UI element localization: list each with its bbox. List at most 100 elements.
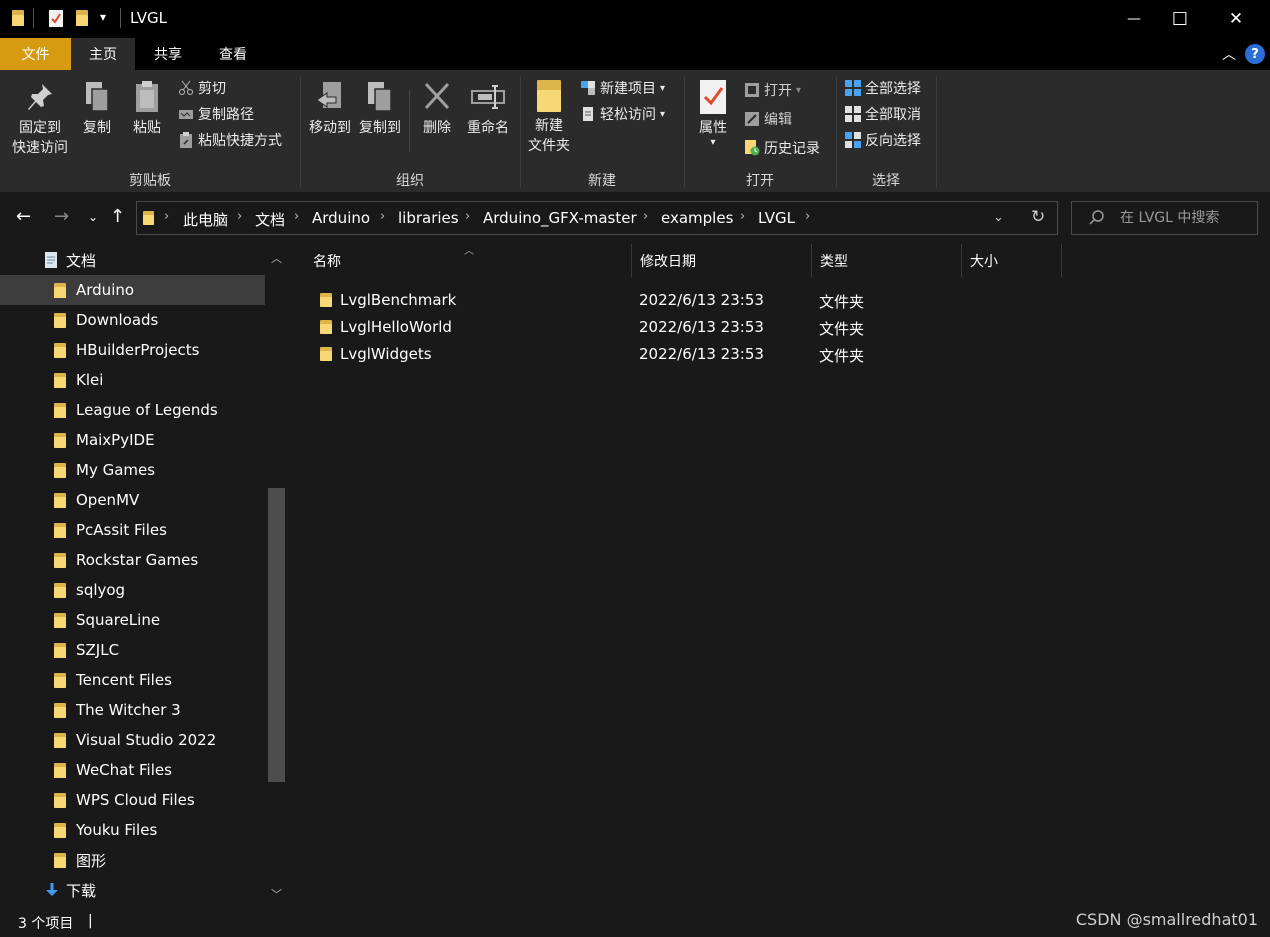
address-bar[interactable]: › 此电脑 › 文档 › Arduino › libraries › Ardui…	[136, 201, 1058, 235]
nav-item-squareline[interactable]: SquareLine	[0, 605, 265, 635]
breadcrumb-lvgl[interactable]: LVGL	[758, 209, 795, 227]
copy-path-label: 复制路径	[198, 107, 254, 123]
nav-item-sqlyog[interactable]: sqlyog	[0, 575, 265, 605]
edit-button[interactable]: 编辑	[744, 108, 792, 130]
search-input[interactable]	[1120, 208, 1250, 228]
breadcrumb-arduino[interactable]: Arduino	[312, 209, 370, 227]
move-to-button[interactable]: 移动到	[305, 80, 355, 138]
nav-item-szjlc[interactable]: SZJLC	[0, 635, 265, 665]
folder-icon	[54, 672, 66, 688]
copy-icon	[81, 80, 113, 114]
nav-item-youku-files[interactable]: Youku Files	[0, 815, 265, 845]
pin-quick-access-button[interactable]: 固定到 快速访问	[6, 80, 74, 158]
new-folder-icon[interactable]	[76, 10, 88, 26]
properties-button[interactable]: 属性 ▾	[690, 80, 736, 148]
nav-item-klei[interactable]: Klei	[0, 365, 265, 395]
nav-item-openmv[interactable]: OpenMV	[0, 485, 265, 515]
nav-item-wps-cloud-files[interactable]: WPS Cloud Files	[0, 785, 265, 815]
qa-dropdown-icon[interactable]: ▾	[100, 10, 106, 24]
pin-icon	[24, 80, 56, 114]
search-box[interactable]	[1071, 201, 1258, 235]
recent-locations-chevron-icon[interactable]: ⌄	[88, 210, 98, 224]
forward-arrow-icon[interactable]: →	[54, 206, 69, 227]
refresh-icon[interactable]: ↻	[1031, 207, 1045, 227]
nav-item-tencent-files[interactable]: Tencent Files	[0, 665, 265, 695]
nav-item-label: HBuilderProjects	[76, 341, 200, 359]
new-item-button[interactable]: 新建项目 ▾	[580, 77, 665, 99]
delete-button[interactable]: 删除	[416, 80, 458, 138]
minimize-button[interactable]: —	[1111, 0, 1157, 38]
scroll-up-icon[interactable]: ︿	[271, 250, 282, 266]
select-all-icon	[845, 80, 861, 96]
select-none-button[interactable]: 全部取消	[845, 103, 921, 125]
nav-item-label: SZJLC	[76, 641, 120, 659]
select-all-button[interactable]: 全部选择	[845, 77, 921, 99]
breadcrumb-this-pc[interactable]: 此电脑	[183, 209, 228, 230]
nav-item-rockstar-games[interactable]: Rockstar Games	[0, 545, 265, 575]
breadcrumb-arduino-gfx-master[interactable]: Arduino_GFX-master	[483, 209, 637, 227]
folder-icon	[12, 10, 24, 26]
breadcrumb-libraries[interactable]: libraries	[398, 209, 459, 227]
back-arrow-icon[interactable]: ←	[16, 206, 31, 227]
nav-item-the-witcher-3[interactable]: The Witcher 3	[0, 695, 265, 725]
nav-item-graphics[interactable]: 图形	[0, 845, 265, 875]
folder-icon	[54, 612, 66, 628]
properties-check-icon[interactable]	[48, 10, 64, 27]
nav-scrollbar-thumb[interactable]	[268, 488, 285, 782]
collapse-ribbon-icon[interactable]: ︿	[1222, 44, 1236, 64]
properties-label: 属性	[699, 120, 727, 136]
nav-item-league-of-legends[interactable]: League of Legends	[0, 395, 265, 425]
tab-share[interactable]: 共享	[137, 38, 199, 70]
copy-path-button[interactable]: 复制路径	[178, 103, 254, 125]
column-header-size[interactable]: 大小	[962, 244, 1062, 277]
tab-view[interactable]: 查看	[202, 38, 264, 70]
nav-item-my-games[interactable]: My Games	[0, 455, 265, 485]
address-history-chevron-icon[interactable]: ⌄	[993, 210, 1004, 225]
column-header-name[interactable]: 名称	[305, 244, 632, 277]
nav-item-label: 图形	[76, 851, 107, 870]
nav-item-downloads-folder[interactable]: Downloads	[0, 305, 265, 335]
download-arrow-icon	[44, 882, 60, 898]
history-button[interactable]: 历史记录	[744, 137, 820, 159]
nav-item-label: Visual Studio 2022	[76, 731, 217, 749]
paste-button[interactable]: 粘贴	[126, 80, 168, 138]
breadcrumb-examples[interactable]: examples	[661, 209, 733, 227]
tab-file[interactable]: 文件	[0, 38, 71, 70]
nav-item-hbuilderprojects[interactable]: HBuilderProjects	[0, 335, 265, 365]
close-button[interactable]: ✕	[1213, 0, 1259, 38]
copy-to-button[interactable]: 复制到	[355, 80, 405, 138]
new-folder-button[interactable]: 新建 文件夹	[524, 80, 574, 156]
nav-item-maixpyide[interactable]: MaixPyIDE	[0, 425, 265, 455]
breadcrumb-documents[interactable]: 文档	[255, 209, 285, 230]
breadcrumb-separator: ›	[237, 209, 243, 224]
column-header-type[interactable]: 类型	[812, 244, 962, 277]
nav-item-documents[interactable]: 文档	[0, 245, 265, 275]
folder-icon	[54, 792, 66, 808]
nav-item-pcassit-files[interactable]: PcAssit Files	[0, 515, 265, 545]
edit-label: 编辑	[764, 112, 792, 128]
easy-access-button[interactable]: 轻松访问 ▾	[580, 103, 665, 125]
file-date: 2022/6/13 23:53	[639, 291, 764, 309]
file-row[interactable]: LvglBenchmark 2022/6/13 23:53 文件夹	[308, 286, 868, 313]
copy-button[interactable]: 复制	[76, 80, 118, 138]
nav-item-arduino[interactable]: Arduino	[0, 275, 265, 305]
nav-item-downloads[interactable]: 下载	[0, 875, 265, 905]
cut-button[interactable]: 剪切	[178, 77, 226, 99]
up-arrow-icon[interactable]: ↑	[110, 206, 125, 227]
file-row[interactable]: LvglWidgets 2022/6/13 23:53 文件夹	[308, 340, 868, 367]
file-row[interactable]: LvglHelloWorld 2022/6/13 23:53 文件夹	[308, 313, 868, 340]
clipboard-group-label: 剪贴板	[129, 173, 171, 189]
easy-access-icon	[580, 106, 596, 122]
scroll-down-icon[interactable]: ﹀	[271, 886, 282, 902]
rename-button[interactable]: 重命名	[462, 80, 514, 138]
search-icon	[1088, 209, 1106, 231]
invert-selection-button[interactable]: 反向选择	[845, 129, 921, 151]
tab-home[interactable]: 主页	[71, 38, 135, 70]
help-icon[interactable]: ?	[1245, 44, 1265, 64]
nav-item-wechat-files[interactable]: WeChat Files	[0, 755, 265, 785]
nav-item-visual-studio-2022[interactable]: Visual Studio 2022	[0, 725, 265, 755]
maximize-button[interactable]: ☐	[1157, 0, 1203, 38]
open-button[interactable]: 打开 ▾	[744, 79, 801, 101]
paste-shortcut-button[interactable]: 粘贴快捷方式	[178, 129, 282, 151]
column-header-date[interactable]: 修改日期	[632, 244, 812, 277]
